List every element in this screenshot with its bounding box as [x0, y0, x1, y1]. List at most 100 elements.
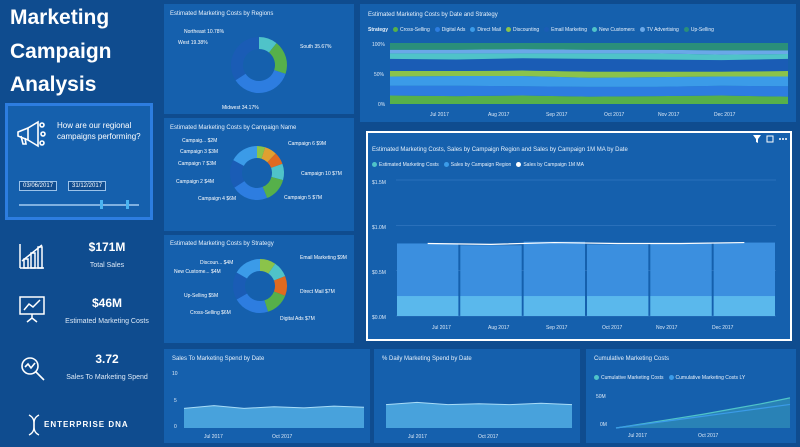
area100-title: Estimated Marketing Costs by Date and St…: [368, 12, 498, 18]
area100-legend: Strategy Cross-Selling Digital Ads Direc…: [368, 27, 714, 33]
x-tick: Sep 2017: [546, 112, 568, 118]
cost-bar: [397, 296, 459, 316]
cost-bar: [460, 296, 522, 316]
donut-campaign-title: Estimated Marketing Costs by Campaign Na…: [170, 125, 297, 131]
date-slider-track[interactable]: [19, 204, 139, 206]
donut-strategy-label: Up-Selling $5M: [184, 293, 218, 299]
donut-strategy-title: Estimated Marketing Costs by Strategy: [170, 241, 274, 247]
donut-campaign-label: Campaign 3 $3M: [180, 149, 218, 155]
area-fill: [386, 402, 572, 428]
cumulative-legend: Cumulative Marketing Costs Cumulative Ma…: [594, 375, 745, 381]
donut-regions-label: South 35.67%: [300, 44, 332, 50]
area-layer: [390, 58, 788, 72]
donut-strategy-label: Direct Mail $7M: [300, 289, 335, 295]
legend-item[interactable]: Discounting: [506, 27, 539, 33]
megaphone-icon: [17, 120, 46, 148]
more-options-icon[interactable]: [779, 135, 787, 143]
legend-item[interactable]: Up-Selling: [683, 27, 714, 33]
filter-icon[interactable]: [753, 135, 761, 143]
kpi-marketing-costs-label: Estimated Marketing Costs: [65, 318, 149, 325]
y-tick: $0.5M: [372, 270, 386, 276]
main-chart-legend: Estimated Marketing Costs Sales by Campa…: [372, 162, 584, 168]
question-text: How are our regional campaigns performin…: [57, 121, 141, 141]
legend-item[interactable]: Sales by Campaign Region: [443, 162, 511, 168]
x-tick: Jul 2017: [432, 325, 451, 331]
y-tick: $1.5M: [372, 180, 386, 186]
bottom-daily-chart[interactable]: Jul 2017 Oct 2017: [374, 366, 580, 443]
x-tick: Jul 2017: [204, 434, 223, 440]
date-slider-handle-left[interactable]: [100, 200, 103, 209]
legend-item[interactable]: Cumulative Marketing Costs LY: [668, 375, 745, 381]
area100-chart[interactable]: 100% 50% 0% Jul 2017 Aug 2017 Sep 2017 O…: [360, 38, 796, 120]
legend-item[interactable]: Estimated Marketing Costs: [372, 162, 439, 168]
legend-item[interactable]: New Customers: [592, 27, 635, 33]
donut-campaign-label: Campaign 6 $9M: [288, 141, 326, 147]
sales-chart-icon: [19, 244, 44, 269]
y-tick: 10: [172, 371, 178, 377]
bottom-ratio-chart[interactable]: 10 5 0 Jul 2017 Oct 2017: [164, 366, 370, 443]
x-tick: Jul 2017: [430, 112, 449, 118]
date-slider-handle-right[interactable]: [126, 200, 129, 209]
page-title-line3: Analysis: [10, 73, 97, 96]
legend-item[interactable]: Cross-Selling: [393, 27, 430, 33]
x-tick: Aug 2017: [488, 112, 510, 118]
y-tick: 0: [174, 424, 177, 430]
cost-bar: [713, 296, 775, 316]
legend-item[interactable]: Email Marketing: [544, 27, 587, 33]
donut-slice: [231, 37, 259, 81]
page-title-line2: Campaign: [10, 40, 112, 63]
donut-regions-chart[interactable]: Northeast 10.78% West 19.38% South 35.67…: [164, 20, 354, 114]
main-chart[interactable]: $1.5M $1.0M $0.5M $0.0M Jul 2017 Aug 201…: [366, 172, 792, 338]
legend-item[interactable]: Cumulative Marketing Costs: [594, 375, 664, 381]
legend-item[interactable]: Direct Mail: [470, 27, 501, 33]
donut-campaign-chart[interactable]: Campaig... $2M Campaign 3 $3M Campaign 7…: [164, 133, 354, 231]
donut-strategy-label: Digital Ads $7M: [280, 316, 315, 322]
cost-bar: [523, 296, 585, 316]
cost-bar: [587, 296, 649, 316]
donut-strategy-label: Discoun... $4M: [200, 260, 233, 266]
kpi-ratio-label: Sales To Marketing Spend: [66, 374, 148, 381]
y-tick: 5: [174, 398, 177, 404]
donut-campaign-label: Campaign 7 $3M: [178, 161, 216, 167]
area-layer: [390, 95, 788, 104]
bottom-cumulative-chart[interactable]: 50M 0M Jul 2017 Oct 2017: [586, 384, 796, 443]
donut-regions-title: Estimated Marketing Costs by Regions: [170, 11, 274, 17]
area-fill: [184, 405, 364, 428]
area100-legend-title: Strategy: [368, 27, 389, 33]
kpi-marketing-costs-value: $46M: [91, 296, 123, 310]
donut-campaign-label: Campaign 5 $7M: [284, 195, 322, 201]
x-tick: Dec 2017: [712, 325, 734, 331]
area-layer: [390, 43, 788, 51]
legend-item[interactable]: Digital Ads: [434, 27, 465, 33]
legend-item[interactable]: Sales by Campaign 1M MA: [516, 162, 584, 168]
bottom-ratio-title: Sales To Marketing Spend by Date: [172, 356, 265, 362]
date-start-input[interactable]: 03/06/2017: [19, 181, 58, 191]
x-tick: Oct 2017: [478, 434, 499, 440]
y-tick: 0M: [600, 422, 607, 428]
donut-campaign-label: Campaign 2 $4M: [176, 179, 214, 185]
logo-text: ENTERPRISE DNA: [44, 420, 129, 429]
donut-strategy-label: Email Marketing $9M: [300, 255, 347, 261]
dna-logo-icon: [28, 414, 40, 436]
bottom-daily-title: % Daily Marketing Spend by Date: [382, 356, 472, 362]
legend-item[interactable]: TV Advertising: [639, 27, 679, 33]
donut-strategy-label: New Custome... $4M: [174, 269, 221, 275]
main-chart-title: Estimated Marketing Costs, Sales by Camp…: [372, 147, 628, 153]
donut-campaign-label: Campaign 4 $6M: [198, 196, 236, 202]
donut-strategy-chart[interactable]: Discoun... $4M New Custome... $4M Up-Sel…: [164, 249, 354, 343]
expand-icon[interactable]: [766, 135, 774, 143]
date-end-input[interactable]: 31/12/2017: [68, 181, 107, 191]
donut-strategy-label: Cross-Selling $6M: [190, 310, 231, 316]
y-tick: 50%: [374, 72, 385, 78]
cost-bar: [650, 296, 712, 316]
area-layer: [390, 85, 788, 97]
bottom-cumulative-title: Cumulative Marketing Costs: [594, 356, 670, 362]
y-tick: 50M: [596, 394, 606, 400]
x-tick: Oct 2017: [272, 434, 293, 440]
kpi-ratio-value: 3.72: [95, 352, 119, 366]
x-tick: Oct 2017: [602, 325, 623, 331]
donut-regions-label: Midwest 34.17%: [222, 105, 259, 111]
donut-regions-label: Northeast 10.78%: [184, 29, 225, 35]
y-tick: 0%: [378, 102, 386, 108]
x-tick: Nov 2017: [658, 112, 680, 118]
